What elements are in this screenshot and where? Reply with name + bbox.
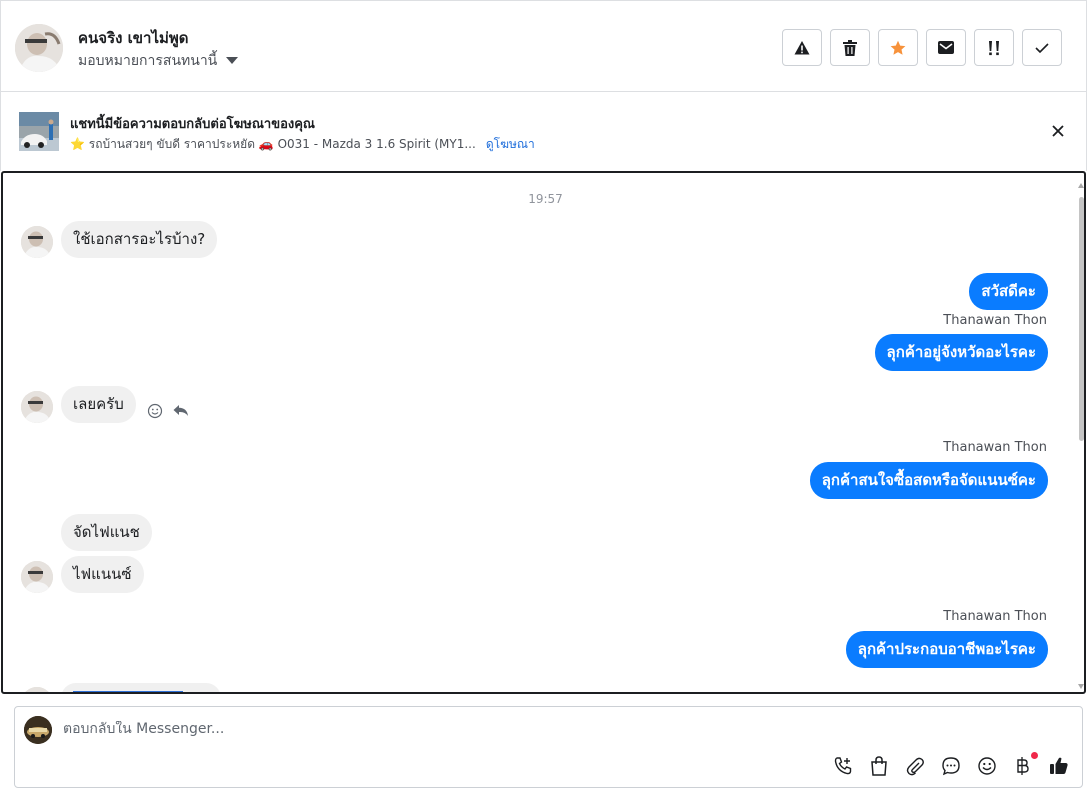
reply-input[interactable] [63,721,1023,737]
message-composer [14,706,1083,788]
follow-up-button[interactable] [974,29,1014,66]
outgoing-message[interactable]: ลุกค้าประกอบอาชีพอะไรคะ [845,631,1048,668]
contact-avatar[interactable] [21,561,53,593]
scroll-up-icon[interactable] [1078,183,1084,188]
page-avatar [24,716,52,744]
outgoing-message[interactable]: สวัสดีคะ [969,273,1048,310]
ad-reply-banner: แชทนี้มีข้อความตอบกลับต่อโฆษณาของคุณ ⭐ ร… [0,92,1087,171]
unread-button[interactable] [926,29,966,66]
assign-dropdown[interactable]: มอบหมายการสนทนานี้ [78,50,239,72]
thumbs-up-icon[interactable] [1048,755,1070,777]
spam-button[interactable] [782,29,822,66]
done-button[interactable] [1022,29,1062,66]
outgoing-message[interactable]: ลุกค้าสนใจซื้อสดหรือจัดแนนซ์คะ [809,462,1048,499]
scroll-down-icon[interactable] [1078,684,1084,689]
ad-description: ⭐ รถบ้านสวยๆ ขับดี ราคาประหยัด 🚗 O031 - … [70,137,476,151]
composer-toolbar [832,752,1070,777]
incoming-message[interactable]: จัดไฟแนช [61,514,152,551]
trash-icon [843,39,857,56]
baht-icon[interactable] [1012,752,1038,777]
sender-name: Thanawan Thon [943,609,1047,624]
contact-avatar[interactable] [15,24,63,72]
incoming-message[interactable]: ไฟแนนซ์ [61,556,144,593]
message-timestamp: 19:57 [528,192,563,206]
reply-icon[interactable] [173,404,189,418]
ad-banner-title: แชทนี้มีข้อความตอบกลับต่อโฆษณาของคุณ [70,117,315,132]
close-icon[interactable] [1050,123,1066,139]
chat-scrollbar[interactable] [1078,179,1084,689]
caret-down-icon [226,56,239,64]
paperclip-icon[interactable] [904,755,926,777]
view-ad-link[interactable]: ดูโฆษณา [486,135,535,154]
header-actions [782,29,1062,66]
incoming-message[interactable]: เลยครับ [61,386,136,423]
assign-label: มอบหมายการสนทนานี้ [78,53,218,69]
chat-bubble-icon[interactable] [940,755,962,777]
chat-thread[interactable]: 19:57 ใช้เอกสารอะไรบ้าง? สวัสดีคะ Thanaw… [1,171,1086,694]
contact-avatar[interactable] [21,687,53,692]
contact-avatar[interactable] [21,391,53,423]
star-button[interactable] [878,29,918,66]
notification-dot [1031,752,1038,759]
sender-name: Thanawan Thon [943,313,1047,328]
scroll-thumb[interactable] [1079,197,1084,441]
contact-avatar[interactable] [21,226,53,258]
delete-button[interactable] [830,29,870,66]
outgoing-message[interactable]: ลุกค้าอยู่จังหวัดอะไรคะ [874,334,1048,371]
star-icon [890,40,906,55]
conversation-header: คนจริง เขาไม่พูด มอบหมายการสนทนานี้ [0,0,1087,92]
envelope-icon [938,41,954,54]
ad-thumbnail[interactable] [19,112,59,151]
ad-banner-subtitle: ⭐ รถบ้านสวยๆ ขับดี ราคาประหยัด 🚗 O031 - … [70,135,535,154]
attachment-preview [73,691,183,692]
incoming-message[interactable]: ใช้เอกสารอะไรบ้าง? [61,221,218,258]
incoming-attachment[interactable] [61,683,221,692]
message-reactions [147,403,189,419]
emoji-react-icon[interactable] [147,403,163,419]
check-icon [1035,42,1049,53]
exclamation-icon [989,40,999,55]
call-icon[interactable] [832,755,854,777]
shopping-bag-icon[interactable] [868,755,890,777]
contact-name[interactable]: คนจริง เขาไม่พูด [78,26,189,50]
sender-name: Thanawan Thon [943,440,1047,455]
emoji-icon[interactable] [976,755,998,777]
warning-icon [794,40,810,54]
